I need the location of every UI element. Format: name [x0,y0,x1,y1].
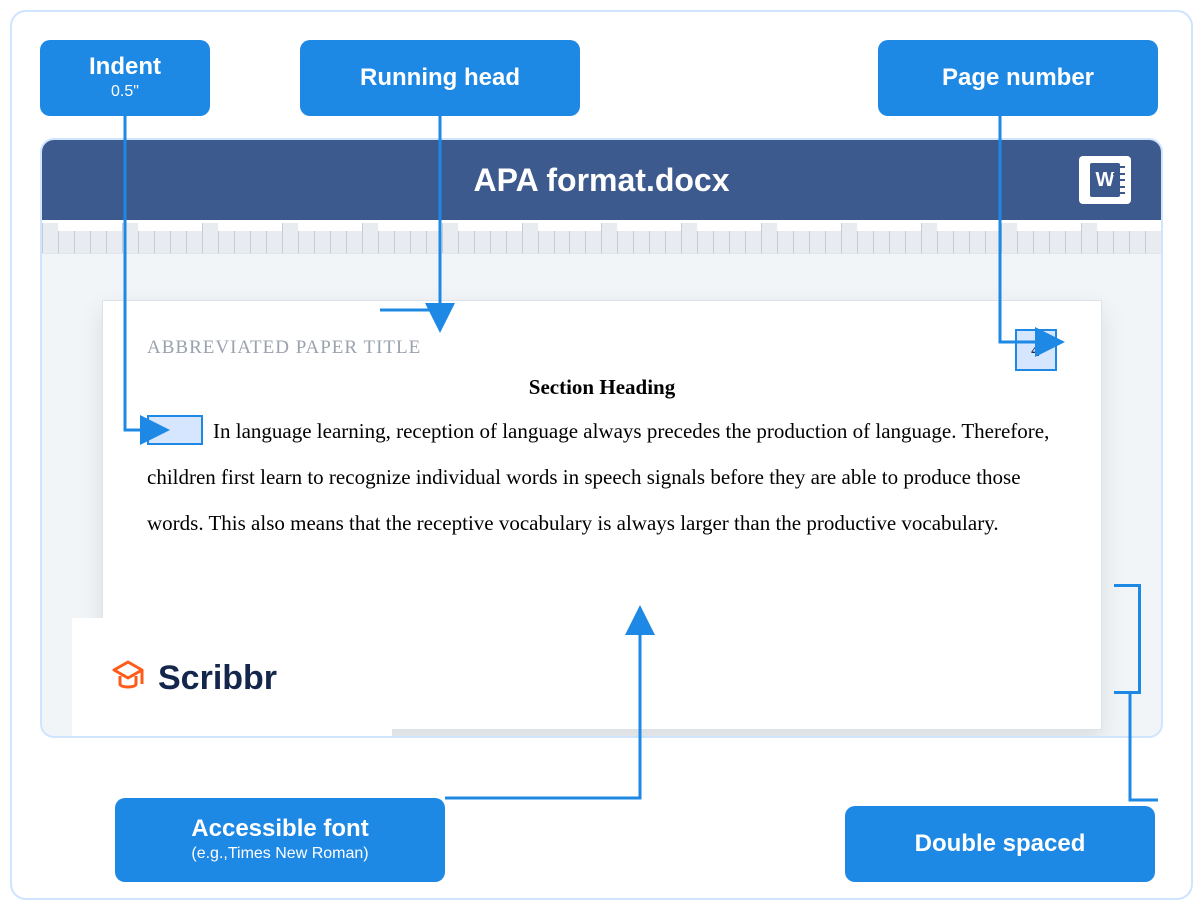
scribbr-badge: Scribbr [72,618,392,738]
callout-running-head: Running head [300,40,580,116]
page-number-box: 4 [1015,329,1057,371]
callout-spaced-title: Double spaced [915,832,1086,856]
body-text-content: In language learning, reception of langu… [147,419,1049,535]
ruler [42,220,1161,254]
scribbr-logo-text: Scribbr [158,659,277,698]
word-window: APA format.docx W ABBREVIATED PAPER TITL… [40,138,1163,738]
running-head-text: ABBREVIATED PAPER TITLE [147,337,1057,359]
double-spaced-bracket [1115,584,1141,694]
scribbr-logo-icon [108,658,148,698]
callout-page-number: Page number [878,40,1158,116]
callout-page-number-title: Page number [942,66,1094,90]
callout-running-head-title: Running head [360,66,520,90]
document-filename: APA format.docx [473,162,729,199]
callout-indent-title: Indent [89,55,161,79]
callout-font-title: Accessible font [191,817,368,841]
callout-font-sub: (e.g.,Times New Roman) [191,845,368,863]
titlebar: APA format.docx W [42,140,1161,220]
section-heading: Section Heading [147,375,1057,400]
callout-indent-sub: 0.5" [111,83,139,101]
indent-highlight [147,415,203,445]
word-app-icon: W [1079,156,1131,204]
callout-double-spaced: Double spaced [845,806,1155,882]
callout-accessible-font: Accessible font (e.g.,Times New Roman) [115,798,445,882]
body-paragraph: In language learning, reception of langu… [147,408,1057,547]
callout-indent: Indent 0.5" [40,40,210,116]
